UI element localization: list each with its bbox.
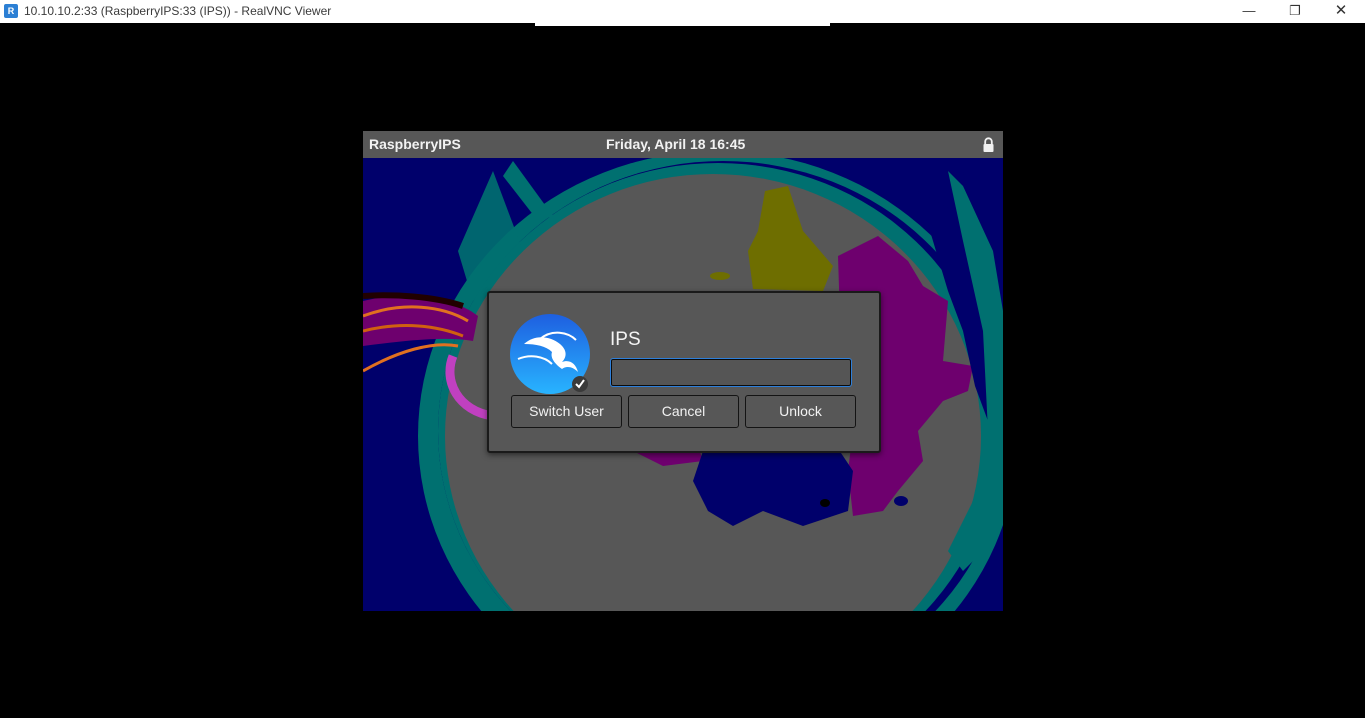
- window-title: 10.10.10.2:33 (RaspberryIPS:33 (IPS)) - …: [24, 4, 332, 18]
- lock-icon[interactable]: [982, 137, 995, 152]
- vnc-toolbar-handle[interactable]: [535, 23, 830, 26]
- kali-dragon-avatar-icon: [510, 314, 590, 394]
- cancel-button[interactable]: Cancel: [628, 395, 739, 428]
- password-field[interactable]: [610, 358, 852, 387]
- vnc-title-bar: R 10.10.10.2:33 (RaspberryIPS:33 (IPS)) …: [0, 0, 1365, 23]
- switch-user-button[interactable]: Switch User: [511, 395, 622, 428]
- username-label: IPS: [610, 329, 641, 350]
- minimize-button[interactable]: —: [1226, 0, 1272, 23]
- unlock-dialog: IPS Switch User Cancel Unlock: [487, 291, 881, 453]
- hostname-label: RaspberryIPS: [369, 136, 461, 152]
- realvnc-app-icon[interactable]: R: [4, 4, 18, 18]
- unlock-button[interactable]: Unlock: [745, 395, 856, 428]
- restore-button[interactable]: ❐: [1272, 0, 1318, 23]
- gnome-top-bar: RaspberryIPS Friday, April 18 16:45: [363, 131, 1003, 158]
- clock[interactable]: Friday, April 18 16:45: [606, 136, 745, 152]
- close-button[interactable]: ✕: [1318, 0, 1364, 23]
- remote-desktop[interactable]: RaspberryIPS Friday, April 18 16:45 IPS …: [363, 131, 1003, 611]
